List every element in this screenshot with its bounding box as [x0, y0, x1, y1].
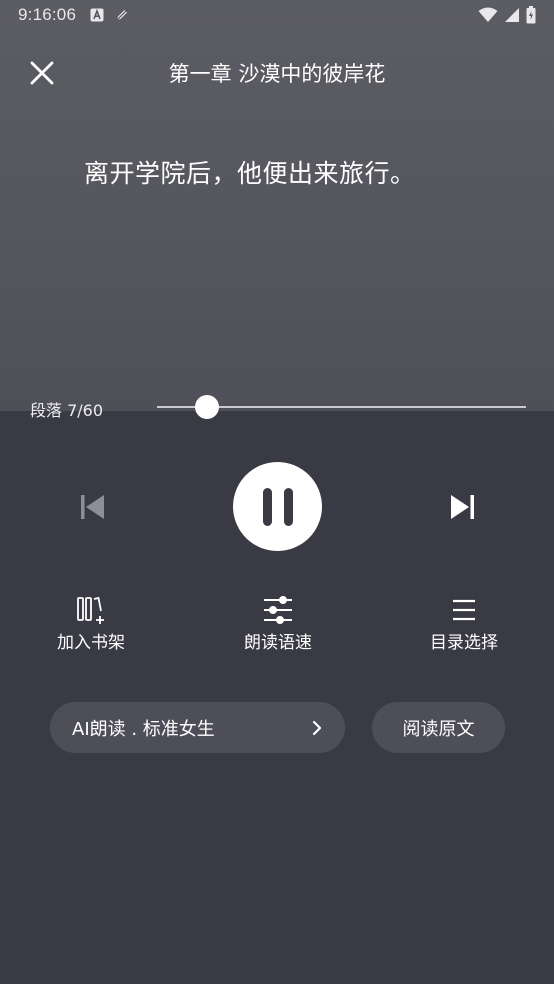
bookshelf-add-icon [76, 595, 106, 625]
add-to-bookshelf-button[interactable]: 加入书架 [31, 594, 151, 653]
battery-icon [526, 6, 536, 24]
notification-icons [90, 7, 130, 23]
sliders-icon [262, 595, 294, 625]
wifi-icon [478, 7, 498, 23]
reading-speed-button[interactable]: 朗读语速 [218, 594, 338, 653]
chevron-right-icon [311, 719, 323, 737]
status-time: 9:16:06 [18, 5, 77, 24]
reader-header: 第一章 沙漠中的彼岸花 [0, 50, 554, 96]
current-paragraph-text: 离开学院后，他便出来旅行。 [84, 159, 416, 188]
voice-select-button[interactable]: AI朗读 . 标准女生 [50, 702, 345, 753]
read-original-button[interactable]: 阅读原文 [372, 702, 505, 753]
play-pause-button[interactable] [233, 462, 322, 551]
skip-previous-icon [70, 485, 114, 529]
read-original-label: 阅读原文 [402, 718, 475, 740]
menu-list-icon [451, 598, 477, 622]
pen-notification-icon [114, 7, 130, 23]
cellular-signal-icon [504, 7, 520, 23]
skip-next-icon [441, 485, 485, 529]
status-bar: 9:16:06 [0, 0, 554, 30]
next-paragraph-button[interactable] [441, 485, 485, 529]
add-to-bookshelf-label: 加入书架 [57, 633, 125, 653]
reading-speed-label: 朗读语速 [244, 633, 312, 653]
pause-icon [262, 487, 294, 526]
previous-paragraph-button[interactable] [70, 485, 114, 529]
paragraph-progress-label: 段落 7/60 [30, 401, 104, 420]
system-icons [478, 6, 536, 24]
voice-select-label: AI朗读 . 标准女生 [72, 718, 215, 740]
progress-slider-thumb[interactable] [194, 395, 219, 419]
table-of-contents-label: 目录选择 [430, 633, 498, 653]
chapter-title: 第一章 沙漠中的彼岸花 [168, 62, 386, 86]
a-square-icon [90, 8, 104, 22]
table-of-contents-button[interactable]: 目录选择 [404, 594, 524, 653]
